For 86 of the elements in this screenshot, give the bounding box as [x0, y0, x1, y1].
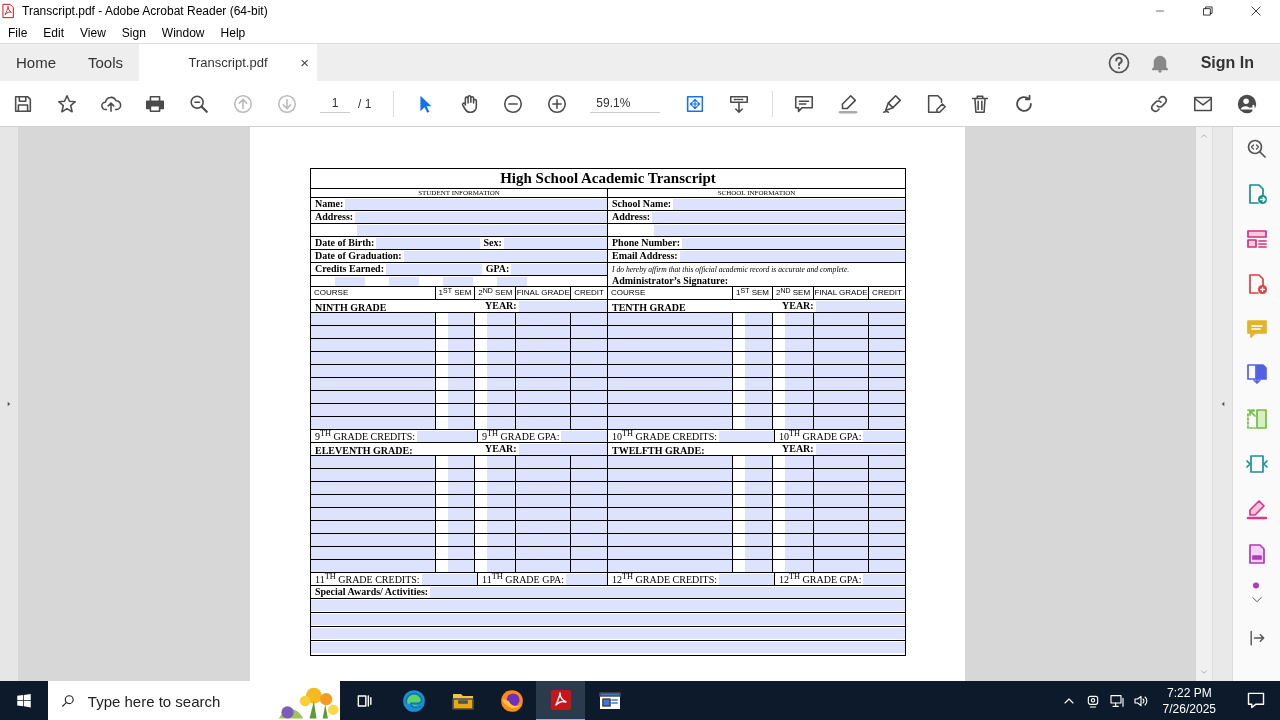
credits-label: 10$^{TH}$ GRADE CREDITS: [611, 429, 718, 443]
field-label: School Name: [611, 198, 673, 210]
scrollbar[interactable] [1196, 127, 1212, 681]
field-label: Date of Birth: [314, 237, 376, 249]
zoom-in-icon[interactable] [546, 92, 569, 115]
window-title: Transcript.pdf - Adobe Acrobat Reader (64-bit) [22, 4, 268, 18]
gpa-label: 11$^{TH}$ GRADE GPA: [481, 572, 566, 586]
field-label: Name: [314, 198, 345, 210]
clock-date[interactable]: 7/26/2025 [1162, 701, 1216, 717]
menu-item[interactable]: Window [153, 25, 213, 40]
year-label: YEAR: [781, 300, 815, 312]
credits-label: 9$^{TH}$ GRADE CREDITS: [314, 429, 416, 443]
firefox-icon[interactable] [498, 688, 525, 714]
year-label: YEAR: [484, 443, 518, 455]
scroll-down-icon[interactable] [1199, 667, 1209, 677]
next-page-icon[interactable] [276, 92, 298, 115]
search-icon[interactable] [188, 92, 210, 115]
gpa-label: 12$^{TH}$ GRADE GPA: [778, 572, 863, 586]
field-label: Address: [611, 211, 652, 223]
grade-title: TWELFTH GRADE: [611, 445, 706, 456]
awards-label: Special Awards/ Activities: [314, 586, 430, 598]
add-user-icon[interactable] [1236, 92, 1258, 115]
grade-title: TENTH GRADE [611, 302, 687, 313]
tab[interactable]: Transcript.pdf × [139, 44, 318, 81]
menu-item[interactable]: Sign [113, 25, 154, 40]
document-arrows-icon[interactable] [1244, 452, 1269, 476]
field-label: Phone Number: [611, 237, 682, 249]
search-icon [60, 692, 76, 710]
page-count: / 1 [358, 96, 372, 111]
gpa-label: 10$^{TH}$ GRADE GPA: [778, 429, 863, 443]
column-header: CREDIT [871, 287, 903, 299]
column-header: 1$^{ST}$ SEM [435, 287, 476, 299]
gpa-label: 9$^{TH}$ GRADE GPA: [481, 429, 561, 443]
field-label: GPA: [484, 263, 511, 275]
column-header: 1$^{ST}$ SEM [733, 287, 773, 299]
panel-arrow-icon[interactable] [1244, 407, 1269, 431]
column-header: CREDIT [573, 287, 605, 299]
search-field[interactable]: Type here to search [85, 691, 260, 711]
acrobat-icon[interactable] [548, 688, 573, 712]
menu-item[interactable]: File [0, 25, 36, 40]
tab[interactable]: Tools [72, 44, 140, 81]
edge-icon[interactable] [400, 688, 427, 714]
restore-icon[interactable] [1201, 4, 1215, 18]
credits-label: 11$^{TH}$ GRADE CREDITS: [314, 572, 421, 586]
search-box[interactable]: Type here to search [48, 681, 340, 720]
field-label: Sex: [482, 237, 503, 249]
credits-label: 12$^{TH}$ GRADE CREDITS: [611, 572, 718, 586]
field-label: Credits Earned: [314, 263, 385, 275]
zoom-dropdown[interactable]: 59.1% [590, 94, 661, 113]
tab[interactable]: Home [0, 44, 72, 81]
field-label: Date of Graduation: [314, 250, 403, 262]
column-header: FINAL GRADE [814, 287, 869, 299]
document-download-icon[interactable] [1244, 362, 1269, 386]
sign-in-link[interactable]: Sign In [1200, 53, 1254, 72]
star-icon[interactable] [56, 92, 78, 115]
help-icon[interactable] [1106, 50, 1131, 75]
column-header: COURSE [311, 287, 436, 299]
sign-pen-icon[interactable] [881, 92, 904, 115]
clock-time[interactable]: 7:22 PM [1166, 685, 1212, 701]
edit-document-icon[interactable] [925, 92, 948, 115]
field-label: Address: [314, 211, 355, 223]
windows-icon[interactable] [15, 692, 33, 710]
form-title: High School Academic Transcript [311, 169, 905, 189]
grade-title: ELEVENTH GRADE: [314, 445, 414, 456]
menu-item[interactable]: View [72, 25, 114, 40]
menu-item[interactable]: Help [212, 25, 254, 40]
menu-item[interactable]: Edit [35, 25, 73, 40]
pen-icon[interactable] [1244, 497, 1269, 521]
signature-label: Administrator’s Signature: [611, 275, 729, 287]
field-label: Email Address: [611, 250, 679, 262]
network-icon[interactable] [1108, 693, 1125, 709]
column-header: FINAL GRADE [516, 287, 572, 299]
close-tab-button[interactable]: × [300, 54, 310, 71]
column-header: 2$^{ND}$ SEM [773, 287, 814, 299]
layout-icon[interactable] [1244, 227, 1269, 251]
grade-title: NINTH GRADE [314, 302, 388, 313]
previous-page-icon[interactable] [232, 92, 254, 115]
close-icon[interactable] [1249, 4, 1263, 18]
column-header: COURSE [608, 287, 733, 299]
zoom-out-icon[interactable] [502, 92, 525, 115]
year-label: YEAR: [781, 443, 815, 455]
volume-icon[interactable] [1132, 693, 1149, 709]
year-label: YEAR: [484, 300, 518, 312]
highlighter-icon[interactable] [837, 92, 860, 115]
column-header: 2$^{ND}$ SEM [475, 287, 517, 299]
scroll-up-icon[interactable] [1199, 131, 1209, 141]
